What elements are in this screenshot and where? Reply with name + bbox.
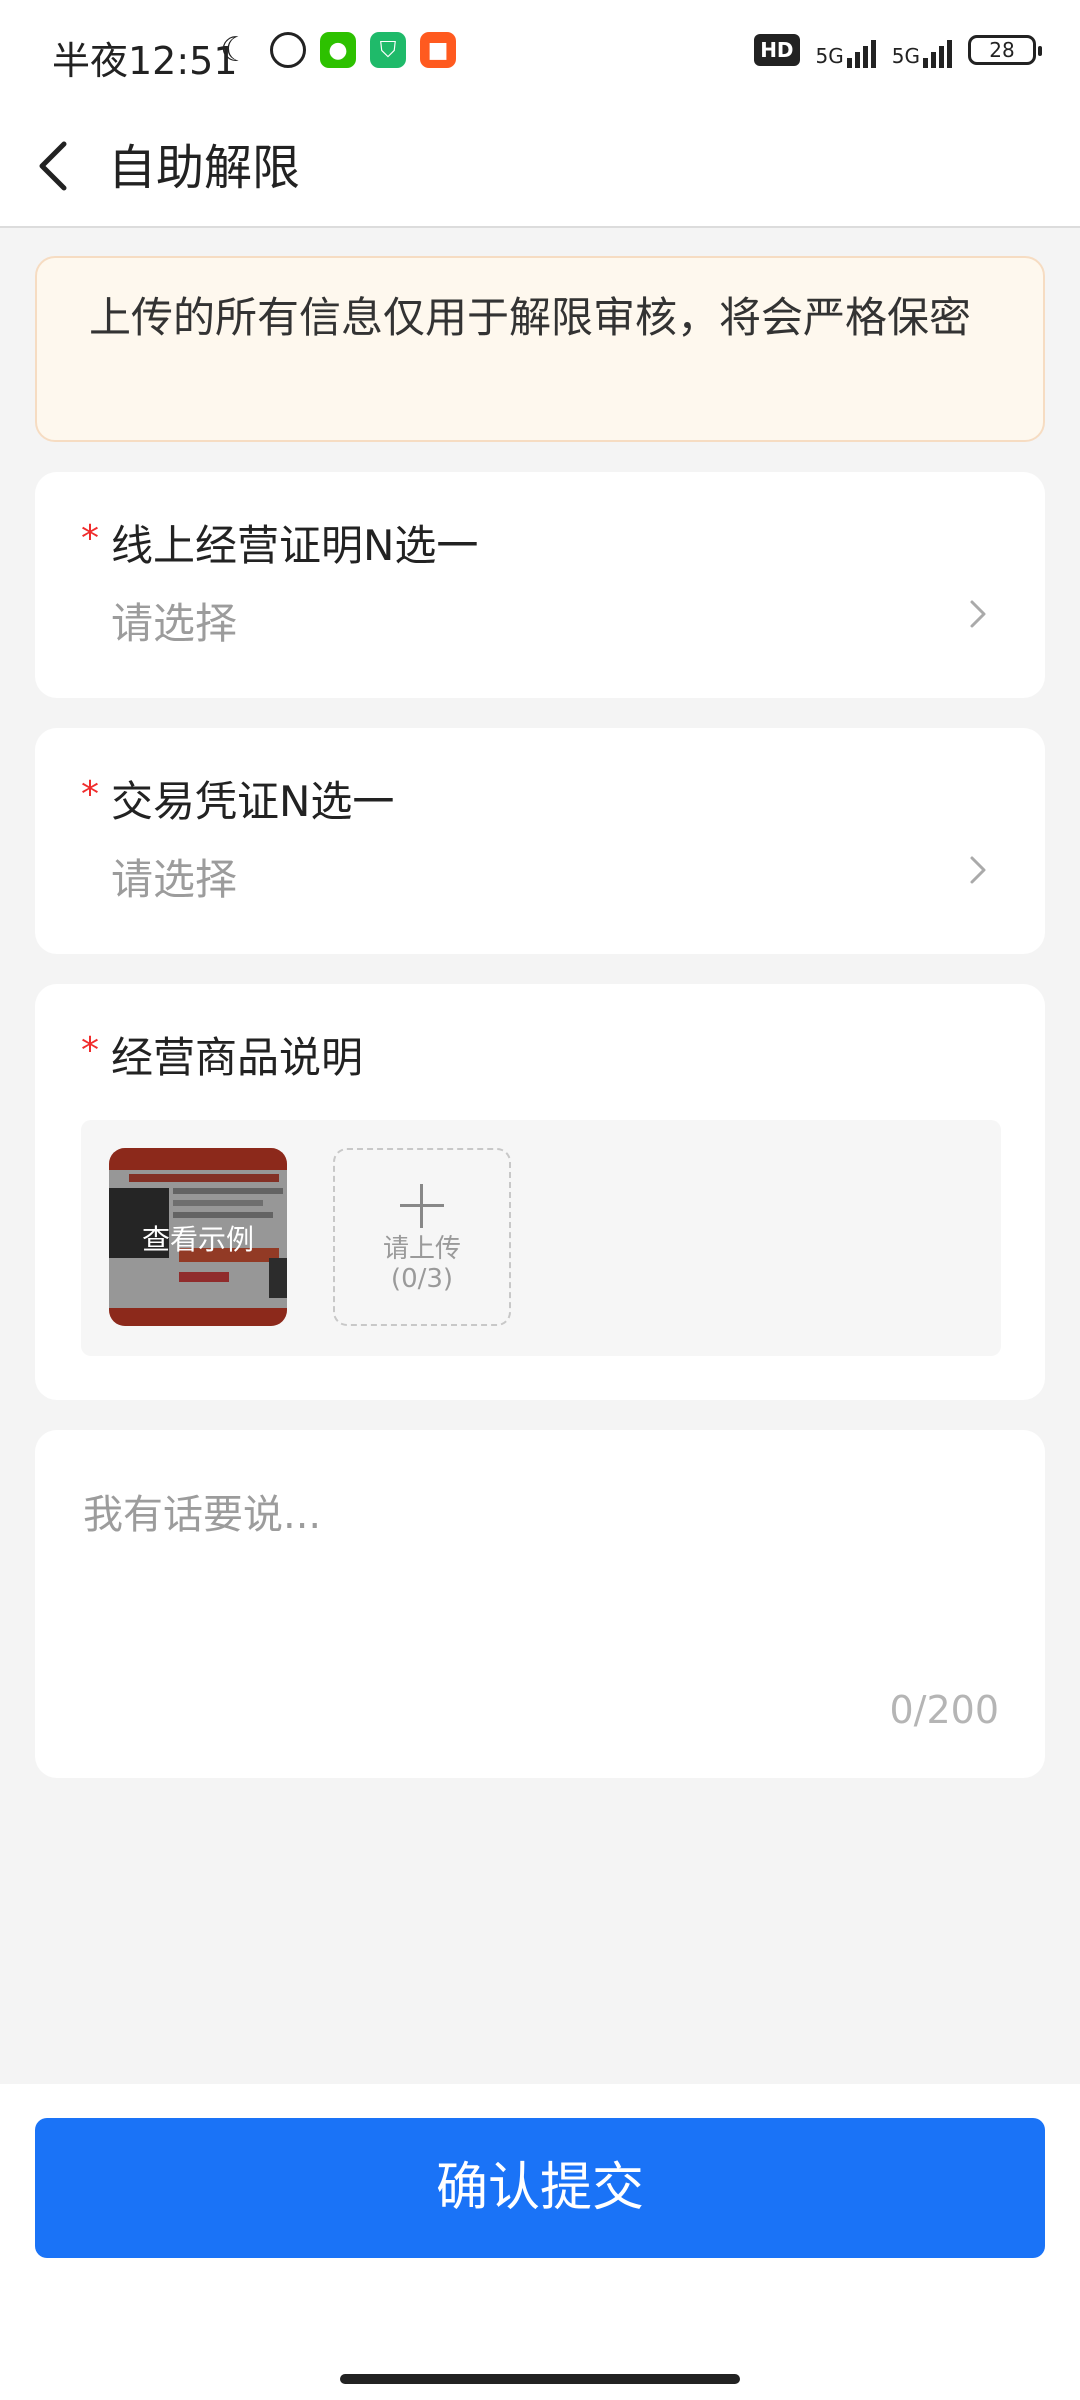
chevron-right-icon — [970, 600, 986, 628]
comment-textarea[interactable]: 我有话要说... 0/200 — [35, 1430, 1045, 1778]
chevron-left-icon — [39, 141, 67, 191]
required-mark: * — [81, 1030, 99, 1071]
privacy-notice: 上传的所有信息仅用于解限审核，将会严格保密 — [35, 256, 1045, 442]
upload-area: 查看示例 请上传 (0/3) — [81, 1120, 1001, 1356]
comment-placeholder: 我有话要说... — [83, 1492, 322, 1538]
footer: 确认提交 — [0, 2084, 1080, 2400]
upload-count: (0/3) — [390, 1264, 454, 1294]
hd-icon: HD — [754, 34, 800, 66]
submit-button[interactable]: 确认提交 — [35, 2118, 1045, 2258]
wechat-icon: ● — [320, 32, 356, 68]
page-title: 自助解限 — [108, 140, 301, 196]
field-label: 交易凭证N选一 — [111, 777, 395, 826]
select-placeholder[interactable]: 请选择 — [111, 590, 237, 651]
app-notification-icon: ■ — [420, 32, 456, 68]
alarm-icon — [270, 32, 306, 68]
signal-icon-2: 5G — [892, 32, 952, 68]
network-type-label-2: 5G — [891, 44, 920, 68]
home-indicator[interactable] — [340, 2374, 740, 2384]
field-label: 经营商品说明 — [111, 1033, 364, 1082]
shield-app-icon: ⛉ — [370, 32, 406, 68]
moon-icon: ☾ — [220, 30, 251, 70]
product-description-card: * 经营商品说明 查看示例 请上传 (0/3) — [35, 984, 1045, 1400]
transaction-proof-field[interactable]: * 交易凭证N选一 请选择 — [35, 728, 1045, 954]
signal-icon: 5G — [816, 32, 876, 68]
online-business-proof-field[interactable]: * 线上经营证明N选一 请选择 — [35, 472, 1045, 698]
status-bar: 半夜12:51 ☾ ● ⛉ ■ HD 5G 5G 28 — [0, 0, 1080, 106]
upload-label: 请上传 (0/3) — [335, 1234, 509, 1294]
plus-icon — [400, 1184, 444, 1228]
upload-label-text: 请上传 — [382, 1234, 461, 1264]
page-header: 自助解限 — [0, 106, 1080, 228]
sample-label: 查看示例 — [141, 1223, 254, 1256]
sample-image-button[interactable]: 查看示例 — [109, 1148, 287, 1326]
chevron-right-icon — [970, 856, 986, 884]
network-type-label: 5G — [815, 44, 844, 68]
required-mark: * — [81, 518, 99, 559]
character-counter: 0/200 — [889, 1688, 999, 1732]
status-icons-right: HD 5G 5G 28 — [754, 32, 1042, 68]
field-label: 线上经营证明N选一 — [111, 521, 479, 570]
status-icons-left: ☾ ● ⛉ ■ — [220, 32, 456, 68]
select-placeholder[interactable]: 请选择 — [111, 846, 237, 907]
upload-image-button[interactable]: 请上传 (0/3) — [333, 1148, 511, 1326]
required-mark: * — [81, 774, 99, 815]
battery-icon: 28 — [968, 35, 1042, 65]
back-button[interactable] — [30, 130, 90, 200]
status-time: 半夜12:51 — [52, 39, 238, 83]
